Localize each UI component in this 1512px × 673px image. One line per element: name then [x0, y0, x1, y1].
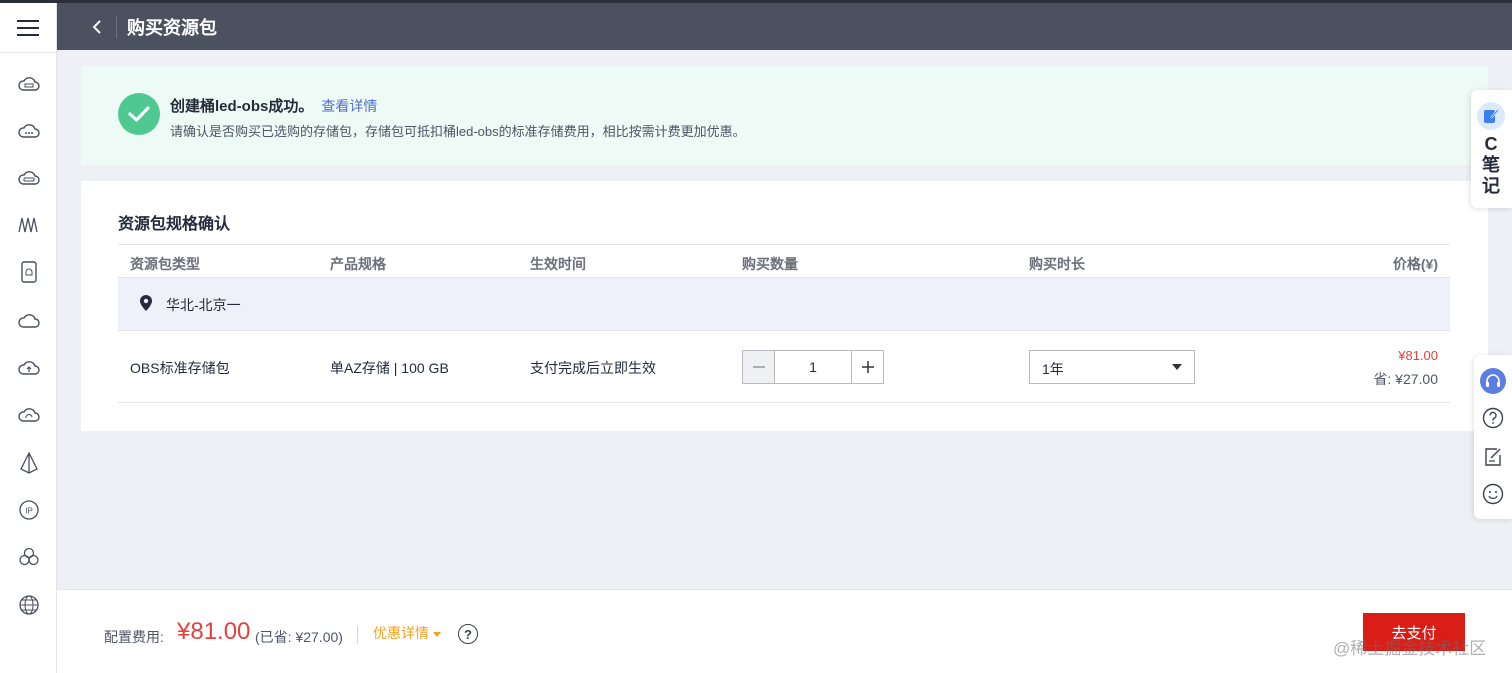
footer-divider — [357, 626, 358, 644]
mobile-icon[interactable] — [17, 260, 41, 284]
question-icon[interactable] — [1480, 405, 1506, 431]
header-divider — [116, 15, 117, 38]
cloud-storage-icon[interactable] — [17, 166, 41, 190]
table-row: OBS标准存储包 单AZ存储 | 100 GB 支付完成后立即生效 1年 ¥81… — [118, 331, 1450, 403]
view-details-link[interactable]: 查看详情 — [321, 98, 377, 114]
svg-text:IP: IP — [25, 507, 33, 516]
column-header-price: 价格(¥) — [1392, 256, 1438, 272]
network-icon[interactable] — [17, 213, 41, 237]
item-price: ¥81.00 — [1398, 348, 1438, 363]
cloud-more-icon[interactable] — [17, 119, 41, 143]
cloud-server-icon[interactable] — [17, 72, 41, 96]
quantity-input[interactable] — [775, 351, 851, 383]
effective-time: 支付完成后立即生效 — [530, 360, 656, 376]
caret-down-icon — [433, 631, 441, 637]
back-button[interactable] — [82, 12, 112, 42]
card-title: 资源包规格确认 — [118, 216, 231, 233]
duration-select[interactable]: 1年 — [1029, 350, 1195, 384]
item-saving: 省: ¥27.00 — [1373, 371, 1438, 387]
minus-icon — [752, 366, 765, 368]
notice-title-line: 创建桶led-obs成功。 查看详情 — [170, 95, 377, 116]
ip-icon[interactable]: IP — [17, 498, 41, 522]
cloud-upload-icon[interactable] — [17, 356, 41, 380]
promo-details-dropdown[interactable]: 优惠详情 — [373, 623, 441, 643]
quantity-stepper — [742, 350, 884, 384]
table-header: 资源包类型 产品规格 生效时间 购买数量 购买时长 价格(¥) — [118, 244, 1450, 278]
watermark: @稀土掘金技术社区 — [1333, 639, 1487, 658]
notice-description: 请确认是否购买已选购的存储包，存储包可抵扣桶led-obs的标准存储费用，相比按… — [170, 124, 746, 139]
floating-toolbar — [1474, 355, 1512, 519]
help-icon[interactable]: ? — [458, 624, 478, 644]
checkout-footer: 配置费用: ¥81.00 (已省: ¥27.00) 优惠详情 ? 去支付 — [57, 589, 1512, 673]
location-pin-icon — [140, 295, 152, 311]
column-header-type: 资源包类型 — [130, 256, 200, 272]
cloud-refresh-icon[interactable] — [17, 403, 41, 427]
package-spec: 单AZ存储 | 100 GB — [330, 360, 449, 376]
note-widget[interactable]: C笔记 — [1471, 90, 1512, 208]
chevron-left-icon — [92, 19, 101, 34]
left-sidebar: IP — [0, 3, 57, 673]
cluster-icon[interactable] — [17, 545, 41, 569]
page-title: 购买资源包 — [127, 17, 217, 38]
page-header: 购买资源包 — [57, 3, 1512, 50]
menu-toggle-button[interactable] — [0, 3, 56, 53]
globe-icon[interactable] — [17, 593, 41, 617]
config-fee-price: ¥81.00 — [177, 618, 251, 645]
customer-service-icon[interactable] — [1480, 368, 1506, 394]
package-spec-card: 资源包规格确认 资源包类型 产品规格 生效时间 购买数量 购买时长 价格(¥) … — [81, 181, 1488, 431]
config-fee-saving: (已省: ¥27.00) — [255, 629, 343, 645]
note-label: C笔记 — [1482, 134, 1500, 196]
smiley-icon[interactable] — [1480, 481, 1506, 507]
cloud-icon[interactable] — [17, 309, 41, 333]
config-fee-label: 配置费用: — [104, 629, 164, 645]
package-type: OBS标准存储包 — [130, 360, 230, 376]
success-check-icon — [118, 93, 160, 135]
notice-title: 创建桶led-obs成功。 — [170, 98, 314, 115]
plus-icon — [861, 361, 874, 373]
duration-value: 1年 — [1042, 361, 1064, 377]
hamburger-icon — [17, 19, 39, 36]
column-header-duration: 购买时长 — [1029, 256, 1085, 272]
region-label: 华北-北京一 — [166, 297, 241, 313]
column-header-effective: 生效时间 — [530, 256, 586, 272]
column-header-spec: 产品规格 — [330, 256, 386, 272]
success-notice: 创建桶led-obs成功。 查看详情 请确认是否购买已选购的存储包，存储包可抵扣桶… — [81, 66, 1488, 165]
increase-quantity-button[interactable] — [851, 351, 883, 383]
column-header-quantity: 购买数量 — [742, 256, 798, 272]
decrease-quantity-button[interactable] — [743, 351, 775, 383]
caret-down-icon — [1172, 364, 1182, 370]
promo-details-label: 优惠详情 — [373, 625, 429, 641]
region-row: 华北-北京一 — [118, 278, 1450, 331]
feedback-edit-icon[interactable] — [1480, 444, 1506, 470]
note-pen-icon — [1477, 102, 1505, 130]
pyramid-icon[interactable] — [17, 451, 41, 475]
